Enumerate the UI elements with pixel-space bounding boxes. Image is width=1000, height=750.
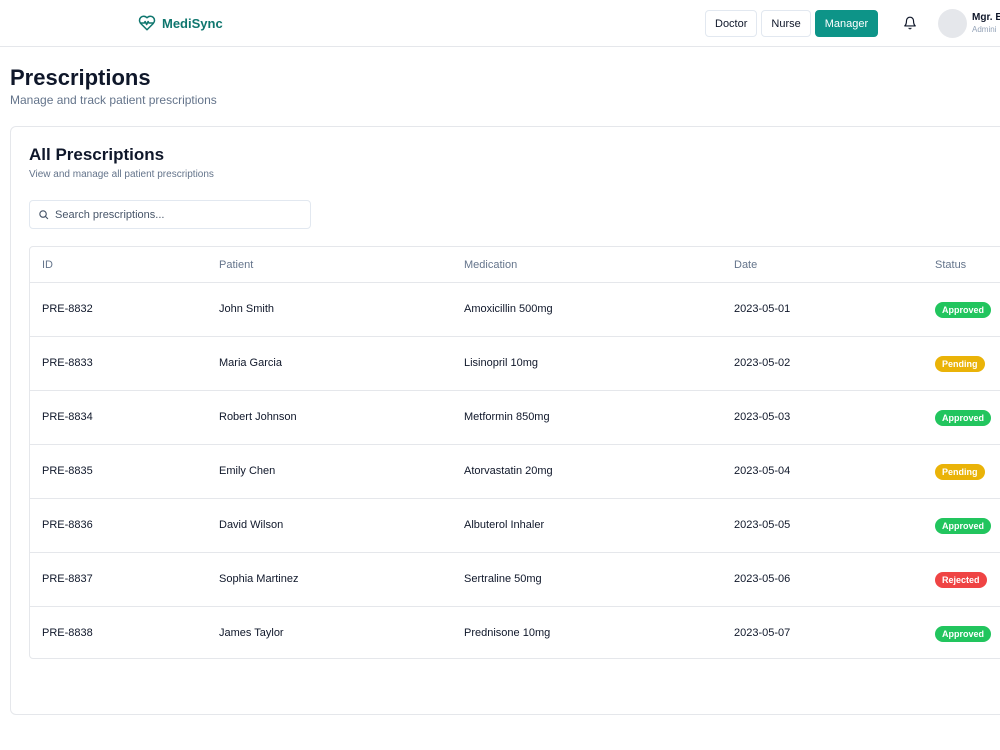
status-badge: Approved [935, 302, 992, 318]
status-badge: Approved [935, 626, 992, 642]
cell-id: PRE-8835 [42, 465, 93, 477]
cell-patient: David Wilson [219, 519, 284, 531]
user-name: Mgr. E [972, 12, 1000, 23]
column-header-patient[interactable]: Patient [219, 259, 253, 271]
cell-id: PRE-8837 [42, 573, 93, 585]
prescriptions-card: All Prescriptions View and manage all pa… [10, 126, 1000, 715]
cell-id: PRE-8834 [42, 411, 93, 423]
role-button-doctor[interactable]: Doctor [705, 10, 758, 37]
cell-patient: Robert Johnson [219, 411, 297, 423]
role-button-nurse[interactable]: Nurse [761, 10, 811, 37]
cell-date: 2023-05-01 [734, 303, 791, 315]
cell-date: 2023-05-02 [734, 357, 791, 369]
status-badge: Rejected [935, 572, 987, 588]
brand-name: MediSync [162, 15, 223, 31]
search-box [29, 200, 311, 229]
user-role: Admini [972, 25, 997, 34]
role-button-manager[interactable]: Manager [814, 10, 879, 37]
cell-medication: Prednisone 10mg [464, 627, 551, 639]
cell-date: 2023-05-05 [734, 519, 791, 531]
cell-date: 2023-05-07 [734, 627, 791, 639]
cell-medication: Lisinopril 10mg [464, 357, 538, 369]
column-header-medication[interactable]: Medication [464, 259, 517, 271]
cell-id: PRE-8836 [42, 519, 93, 531]
table-row[interactable]: PRE-8835 Emily Chen Atorvastatin 20mg 2023-… [30, 445, 1000, 499]
table-row[interactable]: PRE-8836 David Wilson Albuterol Inhaler 202… [30, 499, 1000, 553]
bell-icon[interactable] [903, 16, 917, 30]
cell-medication: Amoxicillin 500mg [464, 303, 553, 315]
cell-date: 2023-05-06 [734, 573, 791, 585]
cell-medication: Metformin 850mg [464, 411, 550, 423]
role-switcher: Doctor Nurse Manager [705, 10, 879, 37]
search-icon [39, 210, 49, 220]
cell-medication: Sertraline 50mg [464, 573, 542, 585]
table-row[interactable]: PRE-8833 Maria Garcia Lisinopril 10mg 2023-… [30, 337, 1000, 391]
cell-patient: Maria Garcia [219, 357, 282, 369]
search-input[interactable] [55, 208, 295, 221]
cell-date: 2023-05-04 [734, 465, 791, 477]
cell-date: 2023-05-03 [734, 411, 791, 423]
page-title: Prescriptions [10, 65, 151, 90]
cell-medication: Atorvastatin 20mg [464, 465, 553, 477]
page-subtitle: Manage and track patient prescriptions [10, 93, 217, 107]
cell-patient: John Smith [219, 303, 275, 315]
prescriptions-table: ID Patient Medication Date Status PRE-88… [29, 246, 1000, 659]
card-title: All Prescriptions [29, 145, 165, 164]
column-header-status[interactable]: Status [935, 259, 966, 271]
cell-medication: Albuterol Inhaler [464, 519, 545, 531]
avatar[interactable] [938, 9, 967, 38]
status-badge: Pending [935, 464, 985, 480]
table-header: ID Patient Medication Date Status [30, 247, 1000, 283]
heart-pulse-icon [138, 15, 156, 31]
column-header-id[interactable]: ID [42, 259, 53, 271]
top-navigation-bar: MediSync Doctor Nurse Manager Mgr. E Adm… [0, 0, 1000, 47]
table-row[interactable]: PRE-8832 John Smith Amoxicillin 500mg 2023-… [30, 283, 1000, 337]
cell-patient: Emily Chen [219, 465, 276, 477]
table-row[interactable]: PRE-8838 James Taylor Prednisone 10mg 2023-… [30, 607, 1000, 658]
cell-id: PRE-8833 [42, 357, 93, 369]
status-badge: Pending [935, 356, 985, 372]
column-header-date[interactable]: Date [734, 259, 757, 271]
table-row[interactable]: PRE-8837 Sophia Martinez Sertraline 50mg 20… [30, 553, 1000, 607]
card-subtitle: View and manage all patient prescription… [29, 169, 214, 180]
status-badge: Approved [935, 518, 992, 534]
table-row[interactable]: PRE-8834 Robert Johnson Metformin 850mg 202… [30, 391, 1000, 445]
brand-logo[interactable]: MediSync [138, 14, 223, 32]
cell-id: PRE-8838 [42, 627, 93, 639]
status-badge: Approved [935, 410, 992, 426]
cell-patient: James Taylor [219, 627, 284, 639]
cell-id: PRE-8832 [42, 303, 93, 315]
cell-patient: Sophia Martinez [219, 573, 299, 585]
